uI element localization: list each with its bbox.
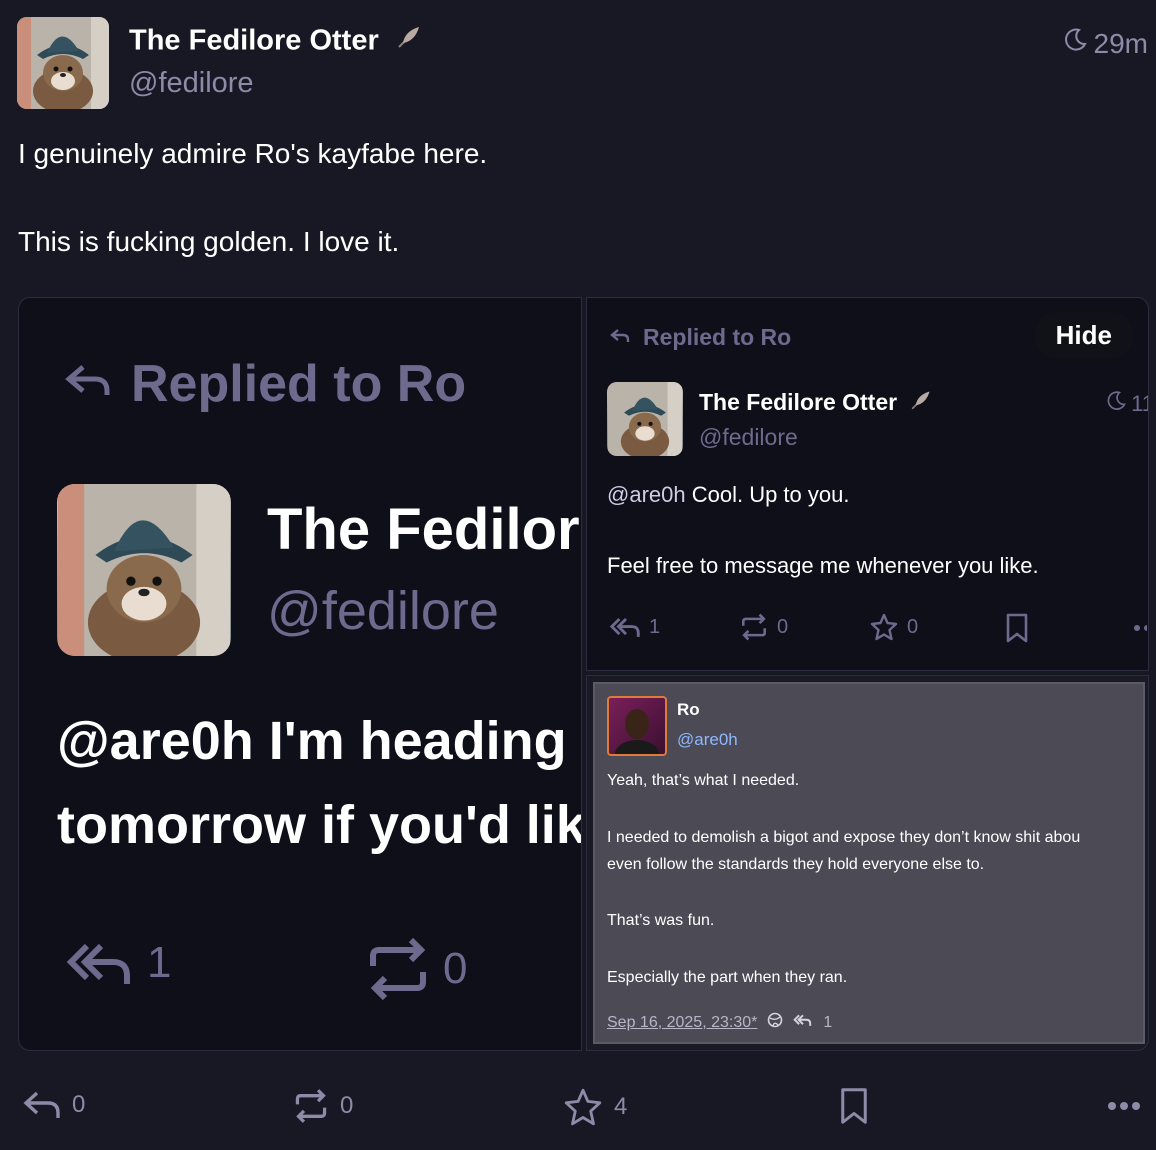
author-name[interactable]: The Fedilore Otter <box>129 23 423 61</box>
reply-icon <box>22 1088 62 1122</box>
post-time[interactable]: 29m <box>1062 27 1148 60</box>
post-text-line: Especially the part when they ran. <box>607 969 848 986</box>
feather-icon <box>393 23 423 61</box>
boost-icon <box>363 934 433 1004</box>
feather-icon <box>907 388 933 420</box>
bookmark-button[interactable] <box>836 1086 872 1126</box>
post-time: 11 <box>1105 390 1148 418</box>
star-icon <box>562 1086 604 1128</box>
ro-avatar <box>607 696 667 756</box>
media-image-right-bottom[interactable]: Ro @are0h Yeah, that’s what I needed. I … <box>586 675 1149 1051</box>
moon-icon <box>1105 390 1127 418</box>
hide-media-button[interactable]: Hide <box>1033 312 1134 359</box>
post-date: Sep 16, 2025, 23:30* <box>607 1013 758 1031</box>
media-image-right-top[interactable]: Hide Replied to Ro The Fedilore Otter @f… <box>586 297 1149 671</box>
replied-to-label: Replied to Ro <box>609 324 791 351</box>
favourite-button[interactable]: 4 <box>562 1086 627 1128</box>
replied-to-label: Replied to Ro <box>63 354 466 414</box>
globe-icon <box>767 1012 783 1033</box>
reply-icon <box>63 354 113 414</box>
reply-button[interactable]: 0 <box>22 1088 85 1122</box>
post-meta: Sep 16, 2025, 23:30* 1 <box>607 1012 832 1033</box>
ro-post-card: Ro @are0h Yeah, that’s what I needed. I … <box>593 682 1145 1044</box>
reply-all-icon <box>65 938 137 988</box>
author-handle: @are0h <box>677 730 738 749</box>
reply-icon <box>609 324 631 351</box>
more-icon <box>1106 1100 1142 1112</box>
post-text-line: That’s was fun. <box>607 912 715 929</box>
reply-all-icon <box>609 614 643 640</box>
post-text-line: Yeah, that’s what I needed. <box>607 772 800 789</box>
post-text-line: @are0h Cool. Up to you. <box>607 482 850 507</box>
star-icon <box>869 612 899 642</box>
post-text-line: @are0h I'm heading t <box>57 711 582 771</box>
post-text-line: I genuinely admire Ro's kayfabe here. <box>18 138 488 169</box>
boost-button[interactable]: 0 <box>292 1086 353 1126</box>
otter-avatar-image <box>17 17 109 109</box>
author-handle[interactable]: @fedilore <box>129 67 254 100</box>
reply-icon <box>793 1013 813 1032</box>
post-text-line: even follow the standards they hold ever… <box>607 856 985 873</box>
post-text-line: This is fucking golden. I love it. <box>18 226 400 257</box>
favourite-count: 0 <box>869 612 918 642</box>
bookmark-icon <box>1003 612 1031 644</box>
boost-count: 0 <box>739 612 788 642</box>
more-button[interactable] <box>1106 1100 1142 1112</box>
author-name: The Fedilore Otter <box>699 388 933 420</box>
post-text-line: Feel free to message me whenever you lik… <box>607 553 1039 578</box>
reply-count: 1 <box>609 614 660 640</box>
post-text-line: I needed to demolish a bigot and expose … <box>607 829 1081 846</box>
author-avatar[interactable] <box>17 17 109 109</box>
post-text-line: tomorrow if you'd like <box>57 795 582 855</box>
author-name: The Fedilore <box>267 497 582 562</box>
bookmark-icon <box>836 1086 872 1126</box>
media-gallery: Replied to Ro The Fedilore @fedilore @ar… <box>18 297 1149 1051</box>
author-handle: @fedilore <box>267 581 499 641</box>
mention: @are0h <box>607 482 686 507</box>
more-icon <box>1133 624 1147 632</box>
boost-icon <box>292 1086 330 1126</box>
author-handle: @fedilore <box>699 424 798 450</box>
media-image-left[interactable]: Replied to Ro The Fedilore @fedilore @ar… <box>18 297 582 1051</box>
otter-avatar <box>607 382 683 456</box>
boost-count: 0 <box>363 934 467 1004</box>
otter-avatar <box>57 484 231 656</box>
author-name: Ro <box>677 700 700 719</box>
boost-icon <box>739 612 769 642</box>
moon-icon <box>1062 27 1088 60</box>
reply-count: 1 <box>65 938 171 988</box>
